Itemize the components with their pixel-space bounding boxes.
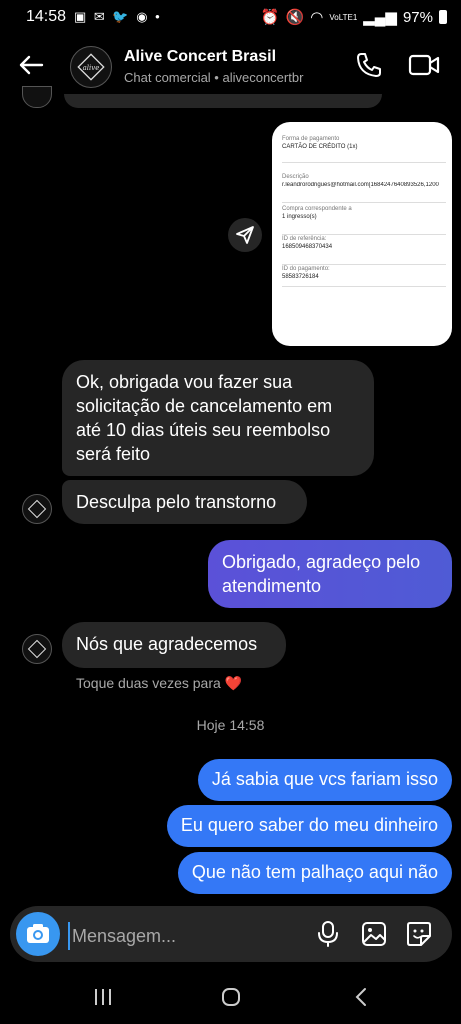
receipt-row: ID do pagamento: 58583726184: [282, 266, 446, 287]
message-outgoing[interactable]: Obrigado, agradeço pelo atendimento: [208, 540, 452, 608]
message-incoming[interactable]: Nós que agradecemos: [62, 622, 286, 668]
sender-avatar: [22, 634, 52, 664]
battery-label: 97%: [402, 8, 433, 26]
alarm-icon: ⏰: [260, 9, 280, 26]
receipt-row: Forma de pagamento CARTÃO DE CRÉDITO (1x): [282, 136, 446, 163]
phone-icon[interactable]: [354, 50, 384, 80]
camera-icon: [27, 924, 49, 943]
back-nav-icon[interactable]: [350, 986, 372, 1008]
shared-receipt-image[interactable]: Forma de pagamento CARTÃO DE CRÉDITO (1x)…: [272, 122, 452, 346]
home-icon[interactable]: [220, 986, 242, 1008]
mute-icon: 🔇: [285, 9, 305, 26]
system-navbar: [0, 970, 461, 1024]
page-title[interactable]: Alive Concert Brasil: [124, 48, 276, 66]
video-call-icon[interactable]: [408, 50, 440, 80]
sender-avatar: [22, 494, 52, 524]
recent-apps-icon[interactable]: [92, 986, 114, 1008]
svg-text:alive: alive: [83, 64, 100, 72]
send-icon: [236, 226, 254, 244]
receipt-row: Descrição r.leandrorodrigues@hotmail.com[…: [282, 174, 446, 203]
message-input[interactable]: [68, 922, 304, 950]
back-arrow-icon[interactable]: [16, 50, 46, 80]
microphone-icon[interactable]: [316, 920, 340, 948]
notification-icons: ▣ ✉ 🐦 ◉ •: [74, 9, 162, 24]
double-tap-hint: Toque duas vezes para ❤️: [76, 675, 243, 691]
page-subtitle: Chat comercial • aliveconcertbr: [124, 70, 304, 85]
message-outgoing[interactable]: Que não tem palhaço aqui não: [177, 852, 452, 894]
status-time: 14:58: [26, 8, 67, 25]
gallery-icon[interactable]: [360, 920, 388, 948]
avatar[interactable]: alive: [70, 46, 112, 88]
receipt-row: Compra correspondente a1 ingresso(s): [282, 206, 446, 235]
battery-icon: [439, 10, 447, 24]
camera-button[interactable]: [16, 912, 60, 956]
wifi-icon: ◠: [310, 9, 324, 26]
receipt-row: ID de referência: 16850946837043​4: [282, 236, 446, 265]
alive-logo-icon: [27, 499, 47, 519]
share-button[interactable]: [228, 218, 262, 252]
message-outgoing[interactable]: Eu quero saber do meu dinheiro: [166, 805, 452, 847]
signal-icon: ▂▄▆: [363, 9, 397, 26]
message-incoming[interactable]: Ok, obrigada vou fazer sua solicitação d…: [62, 360, 374, 476]
message-incoming[interactable]: Desculpa pelo transtorno: [62, 480, 307, 524]
sender-avatar: [22, 86, 52, 108]
message-outgoing[interactable]: Já sabia que vcs fariam isso: [197, 759, 452, 801]
status-right: ⏰ 🔇 ◠ VoLTE1 ▂▄▆ 97%: [261, 8, 447, 26]
previous-message-remnant: [64, 94, 382, 108]
sticker-icon[interactable]: [405, 920, 433, 948]
timestamp: Hoje 14:58: [196, 717, 265, 733]
alive-logo-icon: [27, 639, 47, 659]
network-label: VoLTE1: [329, 12, 358, 22]
alive-logo-icon: alive: [77, 53, 105, 81]
